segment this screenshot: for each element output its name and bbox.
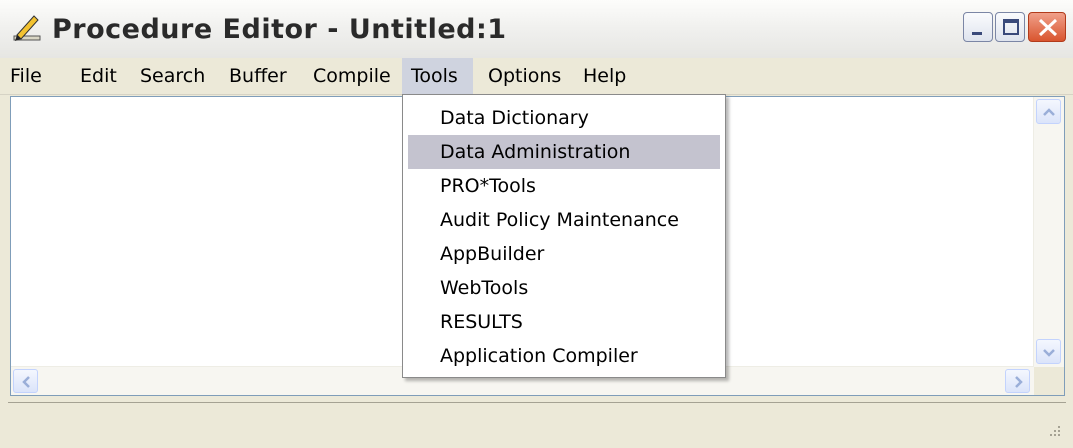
scroll-left-button[interactable] — [13, 369, 38, 393]
maximize-button[interactable] — [995, 12, 1025, 42]
menu-item-appbuilder[interactable]: AppBuilder — [408, 237, 720, 271]
chevron-right-icon — [1015, 376, 1023, 388]
vertical-scrollbar[interactable] — [1033, 97, 1064, 367]
menu-tools[interactable]: Tools — [402, 58, 473, 94]
menu-item-results[interactable]: RESULTS — [408, 305, 720, 339]
resize-grip-icon[interactable] — [1046, 422, 1062, 438]
menu-item-pro-tools[interactable]: PRO*Tools — [408, 169, 720, 203]
chevron-up-icon — [1043, 108, 1055, 116]
scroll-right-button[interactable] — [1005, 369, 1030, 393]
menu-search[interactable]: Search — [131, 58, 214, 94]
menu-item-data-administration[interactable]: Data Administration — [408, 135, 720, 169]
pen-ruler-icon — [13, 15, 41, 41]
menu-item-webtools[interactable]: WebTools — [408, 271, 720, 305]
menu-help[interactable]: Help — [574, 58, 635, 94]
menu-item-application-compiler[interactable]: Application Compiler — [408, 339, 720, 373]
minimize-icon — [972, 32, 982, 35]
minimize-button[interactable] — [963, 12, 993, 42]
tools-dropdown-menu: Data Dictionary Data Administration PRO*… — [402, 94, 726, 378]
scroll-up-button[interactable] — [1036, 99, 1061, 124]
menu-edit[interactable]: Edit — [71, 58, 126, 94]
close-icon — [1038, 18, 1058, 37]
procedure-editor-window: Procedure Editor - Untitled:1 File Edit … — [0, 0, 1073, 448]
menu-bar: File Edit Search Buffer Compile Tools Op… — [0, 58, 1073, 95]
menu-item-audit-policy-maintenance[interactable]: Audit Policy Maintenance — [408, 203, 720, 237]
menu-compile[interactable]: Compile — [304, 58, 400, 94]
scroll-down-button[interactable] — [1036, 339, 1061, 364]
window-title: Procedure Editor - Untitled:1 — [52, 14, 507, 45]
menu-options[interactable]: Options — [479, 58, 570, 94]
menu-item-data-dictionary[interactable]: Data Dictionary — [408, 101, 720, 135]
scrollbar-corner — [1034, 367, 1064, 395]
menu-buffer[interactable]: Buffer — [220, 58, 296, 94]
title-bar[interactable]: Procedure Editor - Untitled:1 — [0, 0, 1073, 59]
menu-file[interactable]: File — [1, 58, 51, 94]
close-button[interactable] — [1028, 12, 1066, 42]
chevron-down-icon — [1043, 349, 1055, 357]
status-bar — [8, 402, 1066, 442]
maximize-icon — [1003, 19, 1019, 35]
chevron-left-icon — [22, 376, 30, 388]
